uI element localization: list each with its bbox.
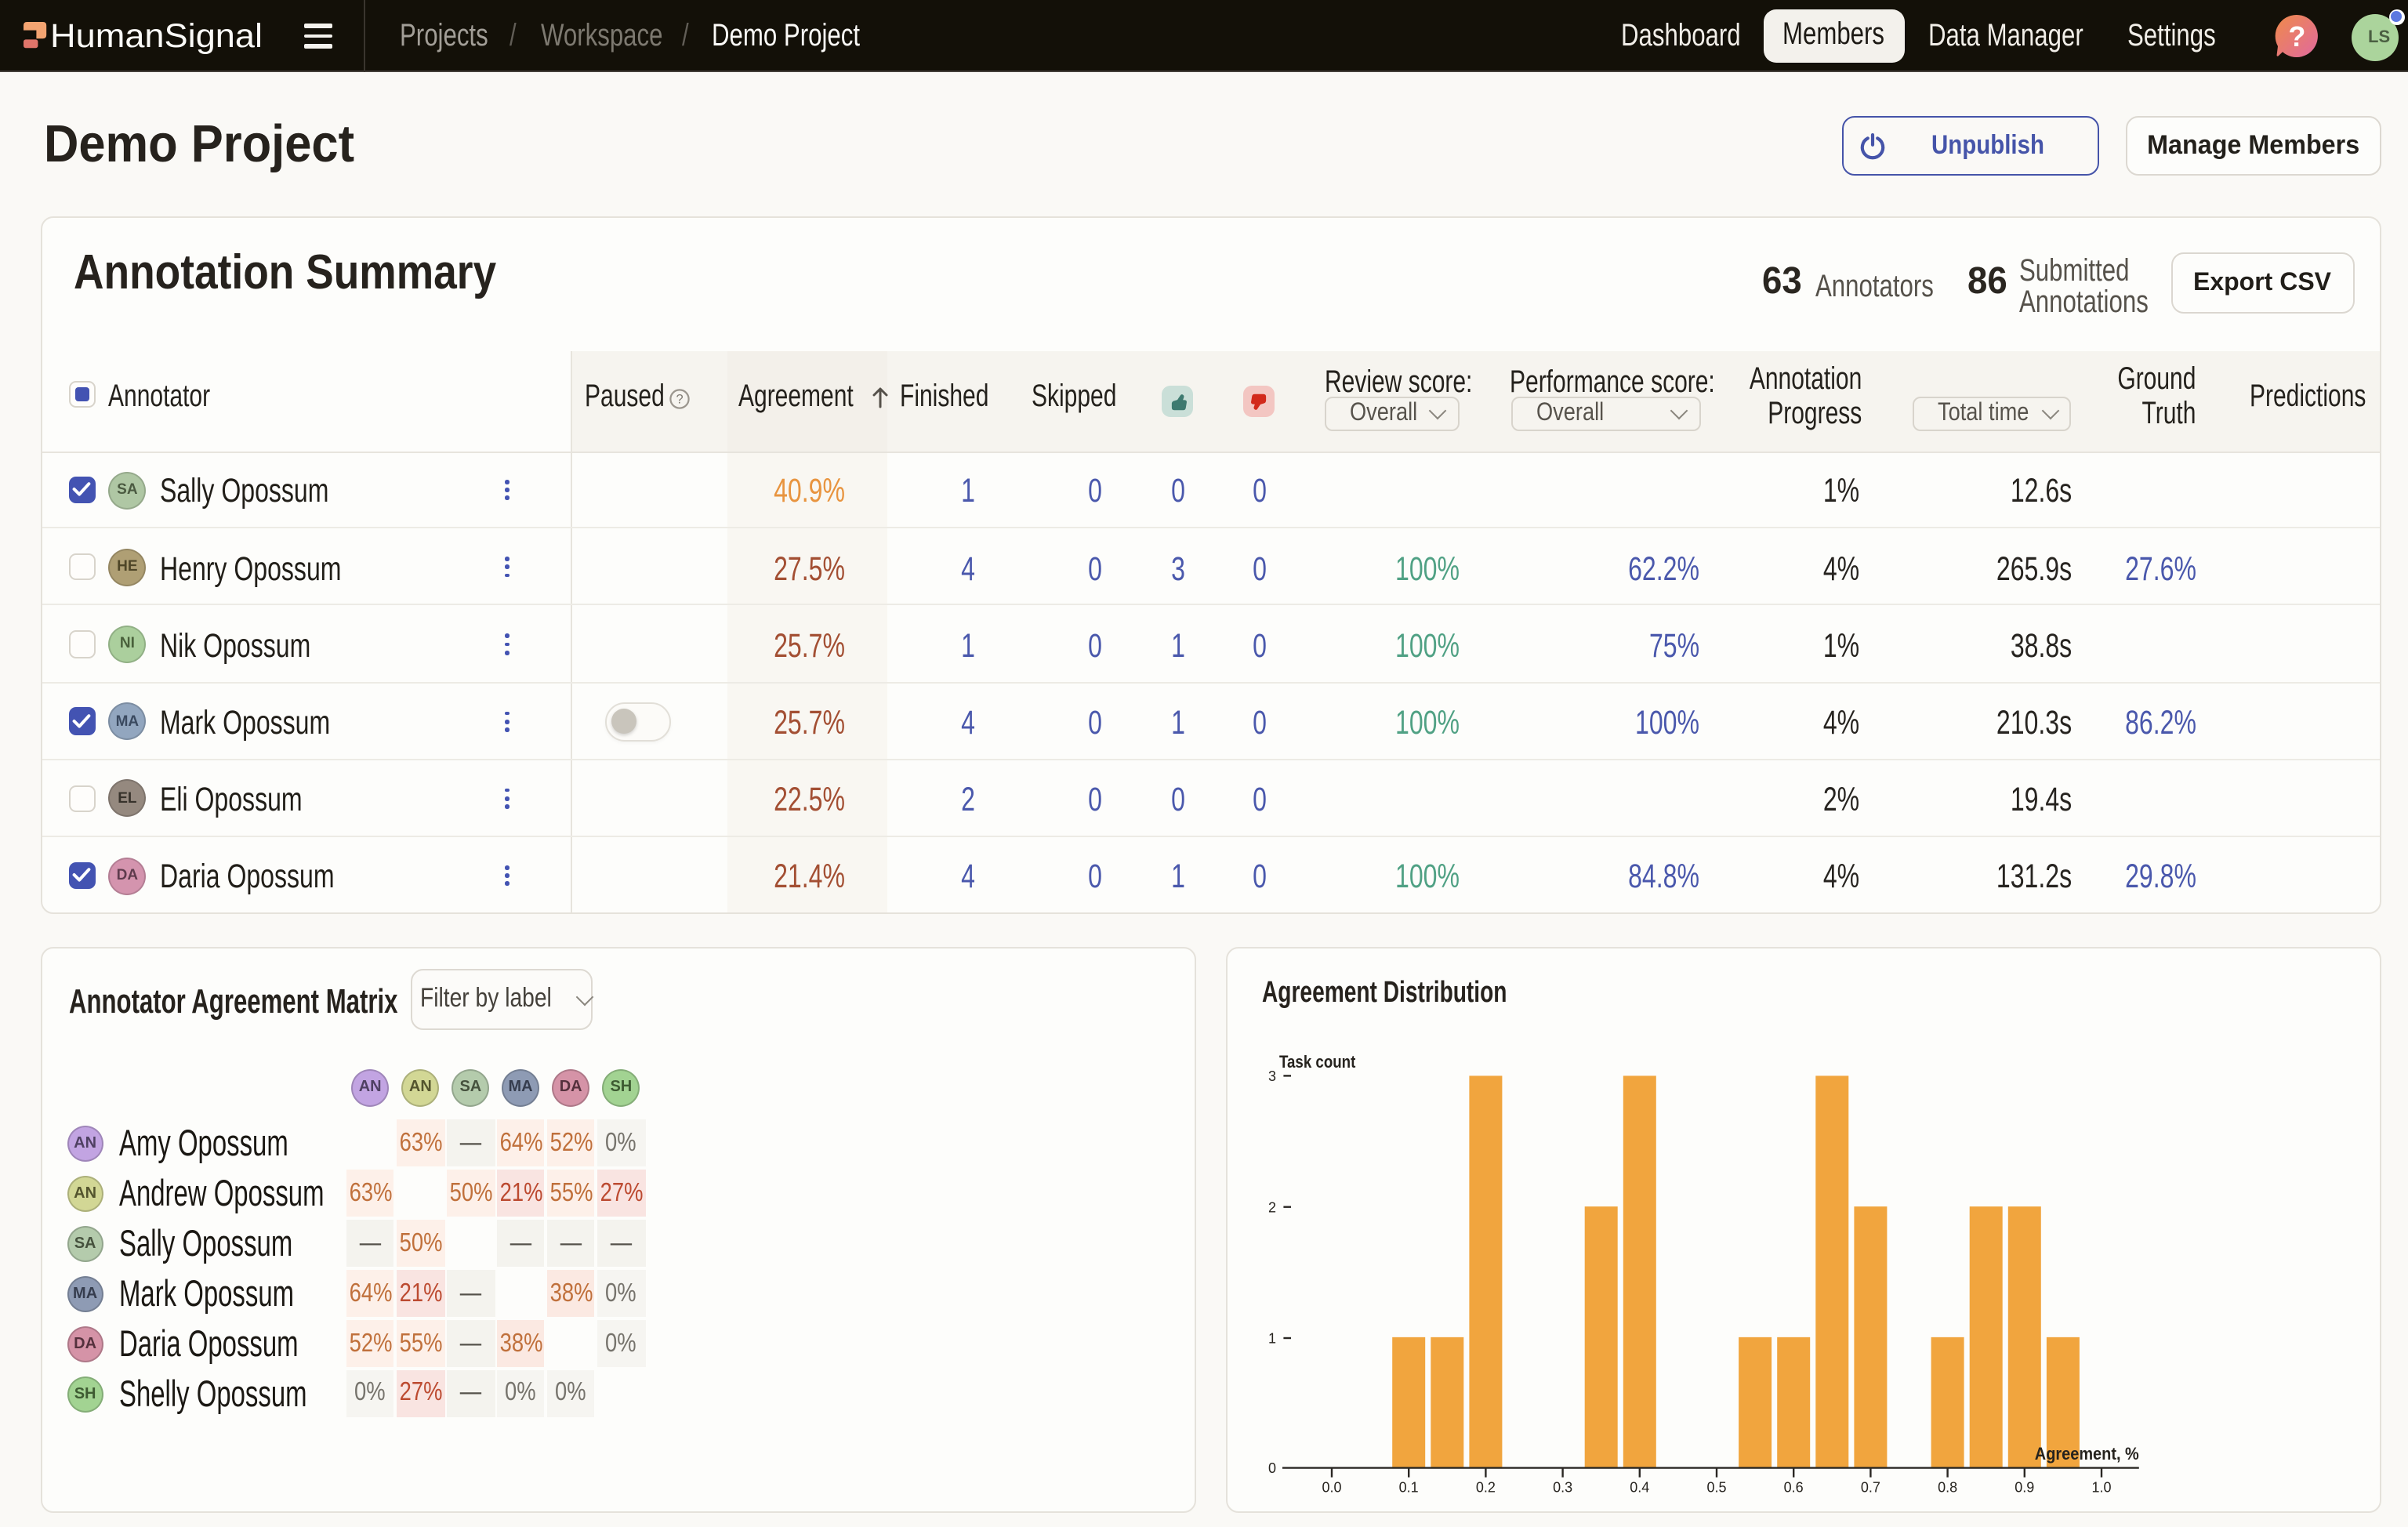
svg-text:0.6: 0.6 [1784,1479,1804,1495]
svg-text:0.0: 0.0 [1322,1479,1341,1495]
svg-text:?: ? [676,392,683,406]
svg-text:1.0: 1.0 [2091,1479,2111,1495]
svg-text:0.1: 0.1 [1399,1479,1419,1495]
svg-text:0.9: 0.9 [2015,1479,2034,1495]
svg-text:2: 2 [1268,1199,1276,1214]
svg-text:0.2: 0.2 [1476,1479,1496,1495]
svg-text:0.7: 0.7 [1861,1479,1880,1495]
svg-text:0: 0 [1268,1460,1276,1475]
svg-text:0.4: 0.4 [1630,1479,1649,1495]
svg-text:0.8: 0.8 [1938,1479,1957,1495]
svg-text:3: 3 [1268,1068,1276,1083]
svg-text:Agreement, %: Agreement, % [2035,1443,2139,1463]
svg-text:0.3: 0.3 [1553,1479,1572,1495]
svg-text:1: 1 [1268,1330,1276,1346]
svg-text:?: ? [2288,20,2305,53]
svg-text:0.5: 0.5 [1706,1479,1726,1495]
